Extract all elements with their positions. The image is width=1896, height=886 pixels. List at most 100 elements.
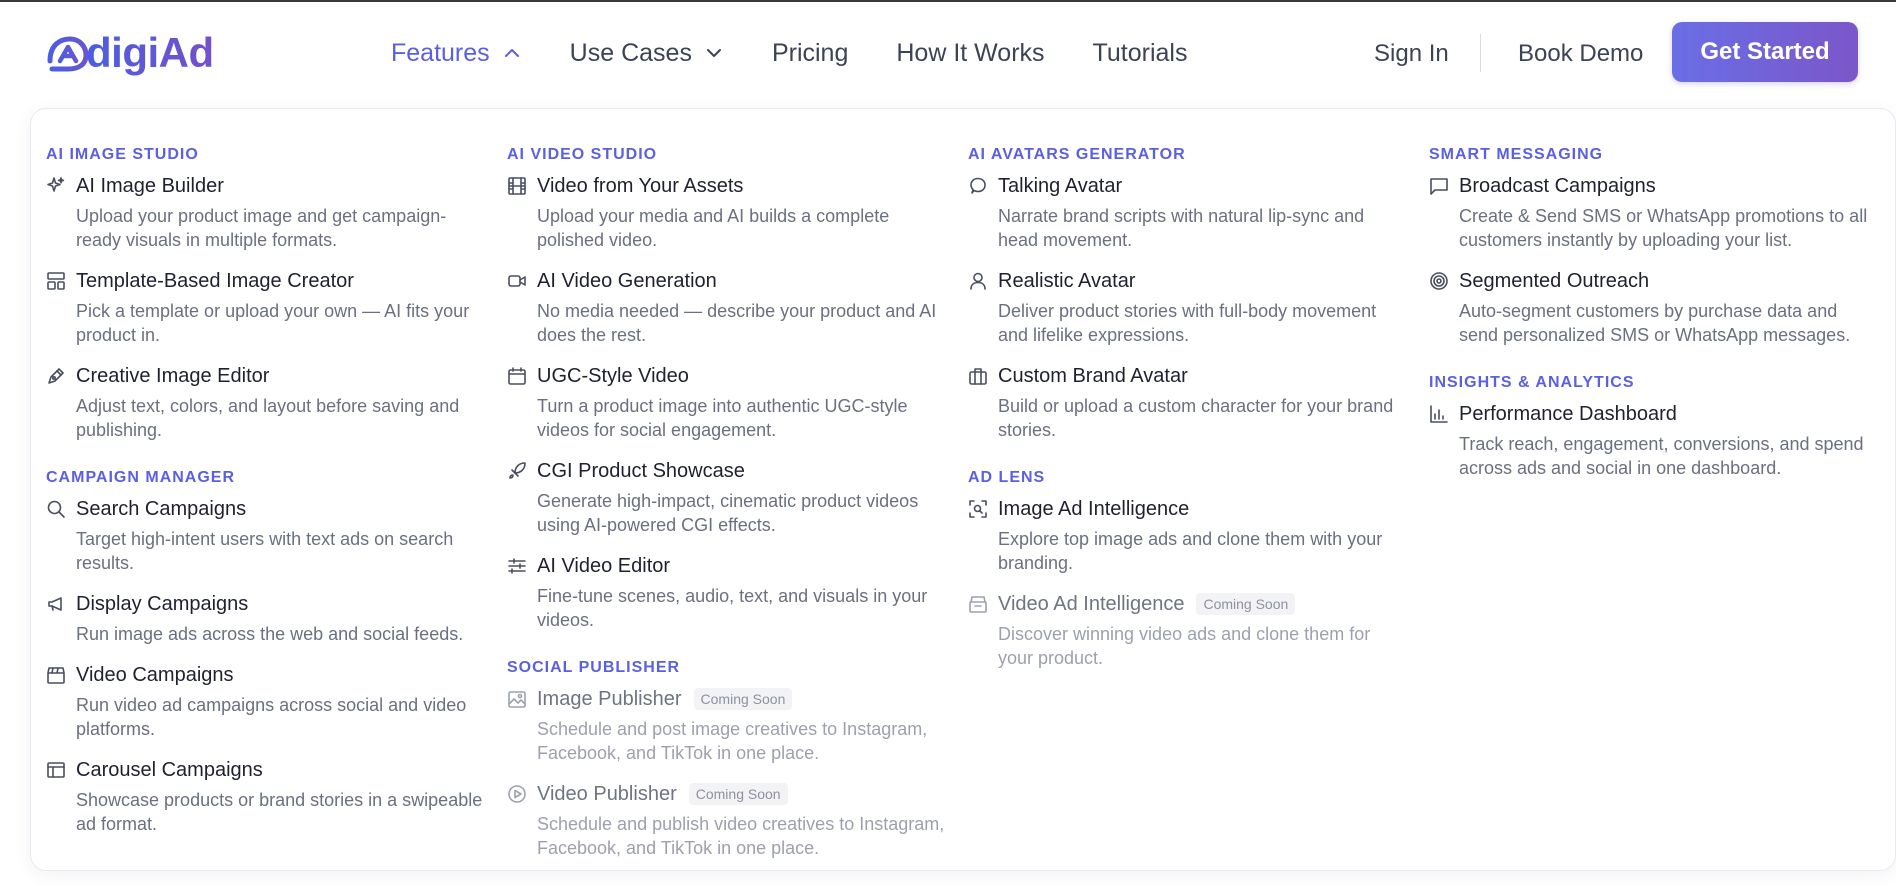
item-title: CGI Product Showcase — [537, 460, 745, 482]
target-icon — [1429, 271, 1449, 291]
item-description: Deliver product stories with full-body m… — [998, 301, 1377, 345]
features-mega-menu: AI IMAGE STUDIO AI Image Builder Upload … — [30, 108, 1896, 871]
item-title-text: Video Ad Intelligence — [998, 593, 1185, 615]
rocket-icon — [507, 461, 527, 481]
item-title: AI Video Editor — [537, 555, 671, 577]
menu-item-template-image-creator[interactable]: Template-Based Image Creator Pick a temp… — [46, 269, 486, 347]
section-smart-messaging: SMART MESSAGING Broadcast Campaigns Crea… — [1429, 145, 1869, 347]
menu-item-search-campaigns[interactable]: Search Campaigns Target high-intent user… — [46, 497, 486, 575]
menu-item-display-campaigns[interactable]: Display Campaigns Run image ads across t… — [46, 592, 486, 646]
item-title: Image Ad Intelligence — [998, 498, 1190, 520]
menu-item-ai-video-editor[interactable]: AI Video Editor Fine-tune scenes, audio,… — [507, 554, 947, 632]
item-description: Fine-tune scenes, audio, text, and visua… — [537, 586, 928, 630]
menu-item-ai-image-builder[interactable]: AI Image Builder Upload your product ima… — [46, 174, 486, 252]
scan-icon — [968, 499, 988, 519]
item-title: Broadcast Campaigns — [1459, 175, 1656, 197]
item-title: UGC-Style Video — [537, 365, 689, 387]
item-title: Carousel Campaigns — [76, 759, 263, 781]
item-description: Upload your product image and get campai… — [76, 206, 447, 250]
menu-item-carousel-campaigns[interactable]: Carousel Campaigns Showcase products or … — [46, 758, 486, 836]
brand-logo[interactable]: digiAd — [44, 29, 214, 76]
item-description: Schedule and post image creatives to Ins… — [537, 719, 928, 763]
logo-mark-icon — [47, 36, 89, 72]
section-insights-analytics: INSIGHTS & ANALYTICS Performance Dashboa… — [1429, 373, 1869, 480]
item-title: Video Campaigns — [76, 664, 234, 686]
menu-item-ai-video-generation[interactable]: AI Video Generation No media needed — de… — [507, 269, 947, 347]
item-title: Template-Based Image Creator — [76, 270, 354, 292]
nav-features[interactable]: Features — [391, 39, 522, 68]
nav-pricing[interactable]: Pricing — [772, 39, 848, 68]
item-description: Create & Send SMS or WhatsApp promotions… — [1459, 206, 1868, 250]
book-demo-link[interactable]: Book Demo — [1518, 40, 1643, 68]
nav-use-cases-label: Use Cases — [569, 38, 692, 67]
section-campaign-manager: CAMPAIGN MANAGER Search Campaigns Target… — [46, 468, 486, 836]
menu-item-creative-image-editor[interactable]: Creative Image Editor Adjust text, color… — [46, 364, 486, 442]
item-title: Segmented Outreach — [1459, 270, 1650, 292]
item-description: Narrate brand scripts with natural lip-s… — [998, 206, 1365, 250]
pen-icon — [46, 366, 66, 386]
item-title: AI Image Builder — [76, 175, 224, 197]
item-title-text: Video Publisher — [537, 783, 677, 805]
menu-item-ugc-style-video[interactable]: UGC-Style Video Turn a product image int… — [507, 364, 947, 442]
item-description: Build or upload a custom character for y… — [998, 396, 1394, 440]
template-icon — [46, 271, 66, 291]
menu-item-segmented-outreach[interactable]: Segmented Outreach Auto-segment customer… — [1429, 269, 1869, 347]
item-title: Video Publisher Coming Soon — [537, 782, 947, 806]
item-title: Search Campaigns — [76, 498, 247, 520]
menu-item-image-ad-intelligence[interactable]: Image Ad Intelligence Explore top image … — [968, 497, 1408, 575]
item-title: Talking Avatar — [998, 175, 1123, 197]
section-ad-lens: AD LENS Image Ad Intelligence Explore to… — [968, 468, 1408, 670]
section-ai-video-studio: AI VIDEO STUDIO Video from Your Assets U… — [507, 145, 947, 632]
image-plus-icon — [507, 689, 527, 709]
item-title: AI Video Generation — [537, 270, 717, 292]
item-description: Schedule and publish video creatives to … — [537, 814, 945, 858]
item-title: Performance Dashboard — [1459, 403, 1677, 425]
section-title: CAMPAIGN MANAGER — [46, 469, 236, 486]
item-title: Image Publisher Coming Soon — [537, 687, 947, 711]
menu-item-talking-avatar[interactable]: Talking Avatar Narrate brand scripts wit… — [968, 174, 1408, 252]
item-description: Pick a template or upload your own — AI … — [76, 301, 470, 345]
menu-item-custom-brand-avatar[interactable]: Custom Brand Avatar Build or upload a cu… — [968, 364, 1408, 442]
header-divider — [1480, 34, 1481, 72]
menu-item-video-ad-intelligence[interactable]: Video Ad Intelligence Coming Soon Discov… — [968, 592, 1408, 670]
carousel-icon — [46, 760, 66, 780]
calendar-icon — [507, 366, 527, 386]
menu-column-1: AI IMAGE STUDIO AI Image Builder Upload … — [46, 145, 486, 862]
speech-bubble-icon — [968, 176, 988, 196]
item-title: Video from Your Assets — [537, 175, 744, 197]
nav-tutorials[interactable]: Tutorials — [1093, 39, 1188, 68]
menu-column-3: AI AVATARS GENERATOR Talking Avatar Narr… — [968, 145, 1408, 696]
menu-item-broadcast-campaigns[interactable]: Broadcast Campaigns Create & Send SMS or… — [1429, 174, 1869, 252]
item-title-text: Image Publisher — [537, 688, 682, 710]
menu-item-video-from-assets[interactable]: Video from Your Assets Upload your media… — [507, 174, 947, 252]
nav-how-it-works[interactable]: How It Works — [896, 39, 1044, 68]
menu-item-image-publisher[interactable]: Image Publisher Coming Soon Schedule and… — [507, 687, 947, 765]
menu-item-performance-dashboard[interactable]: Performance Dashboard Track reach, engag… — [1429, 402, 1869, 480]
item-description: Auto-segment customers by purchase data … — [1459, 301, 1851, 345]
sliders-icon — [507, 556, 527, 576]
item-description: No media needed — describe your product … — [537, 301, 937, 345]
section-title: AI IMAGE STUDIO — [46, 146, 199, 163]
item-description: Discover winning video ads and clone the… — [998, 624, 1371, 668]
item-title: Display Campaigns — [76, 593, 249, 615]
menu-item-video-publisher[interactable]: Video Publisher Coming Soon Schedule and… — [507, 782, 947, 860]
menu-item-video-campaigns[interactable]: Video Campaigns Run video ad campaigns a… — [46, 663, 486, 741]
menu-item-realistic-avatar[interactable]: Realistic Avatar Deliver product stories… — [968, 269, 1408, 347]
get-started-button[interactable]: Get Started — [1672, 22, 1858, 82]
item-description: Explore top image ads and clone them wit… — [998, 529, 1383, 573]
archive-icon — [968, 594, 988, 614]
item-description: Showcase products or brand stories in a … — [76, 790, 483, 834]
section-ai-image-studio: AI IMAGE STUDIO AI Image Builder Upload … — [46, 145, 486, 442]
message-square-icon — [1429, 176, 1449, 196]
section-title: AI AVATARS GENERATOR — [968, 146, 1186, 163]
section-social-publisher: SOCIAL PUBLISHER Image Publisher Coming … — [507, 658, 947, 860]
chevron-down-icon — [706, 49, 721, 57]
sign-in-link[interactable]: Sign In — [1374, 40, 1449, 68]
menu-item-cgi-product-showcase[interactable]: CGI Product Showcase Generate high-impac… — [507, 459, 947, 537]
item-title: Creative Image Editor — [76, 365, 270, 387]
section-ai-avatars-generator: AI AVATARS GENERATOR Talking Avatar Narr… — [968, 145, 1408, 442]
brand-name: digiAd — [86, 29, 214, 76]
coming-soon-badge: Coming Soon — [693, 688, 793, 710]
nav-use-cases[interactable]: Use Cases — [570, 39, 724, 68]
megaphone-icon — [46, 594, 66, 614]
